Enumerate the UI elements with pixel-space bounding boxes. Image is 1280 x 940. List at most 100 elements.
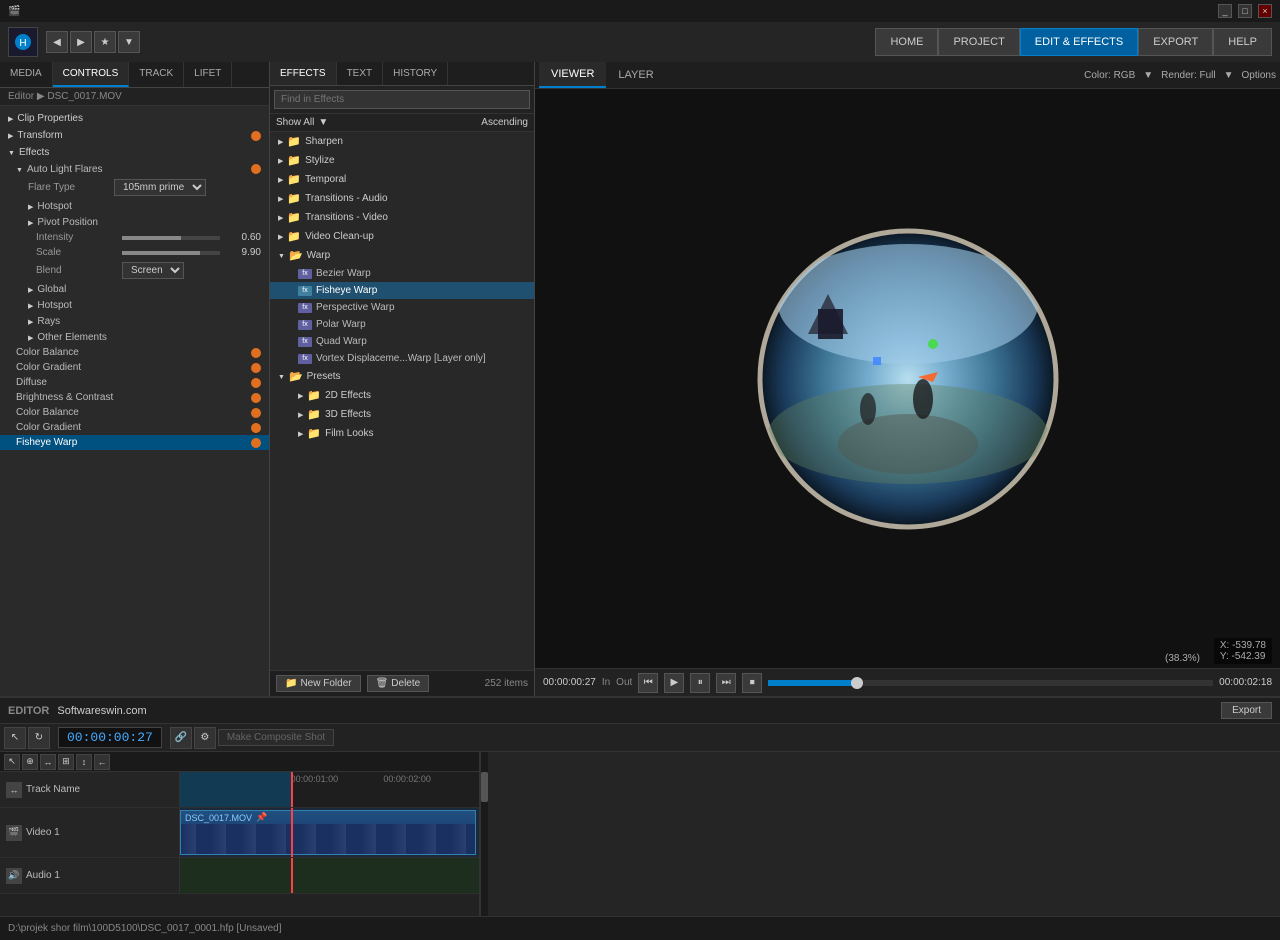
- tool-6[interactable]: ←: [94, 754, 110, 770]
- effects-list[interactable]: 📁 Sharpen 📁 Stylize 📁 Temporal 📁 Transit…: [270, 132, 534, 670]
- bezier-warp-item[interactable]: fx Bezier Warp: [270, 265, 534, 282]
- polar-warp-item[interactable]: fx Polar Warp: [270, 316, 534, 333]
- effects-header[interactable]: Effects: [0, 144, 269, 161]
- fisheye-warp-item[interactable]: Fisheye Warp: [0, 435, 269, 450]
- nav-bookmark[interactable]: ★: [94, 31, 116, 53]
- tool-3[interactable]: ↔: [40, 754, 56, 770]
- effects-search-input[interactable]: [274, 90, 530, 109]
- pivot-position-item[interactable]: Pivot Position: [0, 214, 269, 230]
- video-clip[interactable]: DSC_0017.MOV 📌: [180, 810, 476, 855]
- auto-light-flares-dot: [251, 164, 261, 174]
- transitions-audio-folder-icon: 📁: [287, 192, 301, 205]
- flare-type-dropdown[interactable]: 105mm prime: [114, 179, 206, 196]
- tab-lifet[interactable]: LIFET: [184, 62, 232, 87]
- intensity-slider[interactable]: [122, 236, 220, 240]
- blend-dropdown[interactable]: Screen: [122, 262, 184, 279]
- vortex-warp-item[interactable]: fx Vortex Displaceme...Warp [Layer only]: [270, 350, 534, 367]
- tab-track[interactable]: TRACK: [129, 62, 184, 87]
- editor-label: EDITOR: [8, 705, 49, 717]
- tool-2[interactable]: ⊕: [22, 754, 38, 770]
- nav-forward[interactable]: ▶: [70, 31, 92, 53]
- transform-label: Transform: [17, 130, 62, 141]
- tab-text[interactable]: TEXT: [337, 62, 384, 85]
- tool-5[interactable]: ↕: [76, 754, 92, 770]
- other-elements-item[interactable]: Other Elements: [0, 329, 269, 345]
- color-gradient2-item[interactable]: Color Gradient: [0, 420, 269, 435]
- transport-progress[interactable]: [768, 680, 1213, 686]
- clip-properties-header[interactable]: Clip Properties: [0, 110, 269, 127]
- viewer-transport: 00:00:00:27 In Out ⏮ ▶ ⏸ ⏭ ⏹ 00:00:02:18: [535, 668, 1280, 696]
- minimize-button[interactable]: _: [1218, 4, 1232, 18]
- transport-rewind[interactable]: ⏮: [638, 673, 658, 693]
- transport-pause[interactable]: ⏸: [690, 673, 710, 693]
- 2d-effects-group[interactable]: 📁 2D Effects: [270, 386, 534, 405]
- status-path: D:\projek shor film\100D5100\DSC_0017_00…: [8, 923, 1272, 934]
- nav-home-button[interactable]: HOME: [875, 28, 938, 56]
- make-composite-button[interactable]: Make Composite Shot: [218, 729, 334, 746]
- stylize-group[interactable]: 📁 Stylize: [270, 151, 534, 170]
- tab-viewer[interactable]: VIEWER: [539, 62, 606, 88]
- nav-menu[interactable]: ▼: [118, 31, 140, 53]
- scrollbar-thumb[interactable]: [481, 772, 488, 802]
- 3d-effects-group[interactable]: 📁 3D Effects: [270, 405, 534, 424]
- film-looks-group[interactable]: 📁 Film Looks: [270, 424, 534, 443]
- transitions-audio-group[interactable]: 📁 Transitions - Audio: [270, 189, 534, 208]
- perspective-warp-item[interactable]: fx Perspective Warp: [270, 299, 534, 316]
- diffuse-item[interactable]: Diffuse: [0, 375, 269, 390]
- rays-item[interactable]: Rays: [0, 313, 269, 329]
- tab-controls[interactable]: CONTROLS: [53, 62, 130, 87]
- global-item[interactable]: Global: [0, 281, 269, 297]
- transport-stop[interactable]: ⏹: [742, 673, 762, 693]
- tool-1[interactable]: ↖: [4, 754, 20, 770]
- editor-export-button[interactable]: Export: [1221, 702, 1272, 719]
- hotspot2-item[interactable]: Hotspot: [0, 297, 269, 313]
- brightness-contrast-item[interactable]: Brightness & Contrast: [0, 390, 269, 405]
- tab-media[interactable]: MEDIA: [0, 62, 53, 87]
- transport-forward[interactable]: ⏭: [716, 673, 736, 693]
- tool-4[interactable]: ⊞: [58, 754, 74, 770]
- presets-group[interactable]: 📂 Presets: [270, 367, 534, 386]
- auto-light-flares-item[interactable]: Auto Light Flares: [0, 161, 269, 177]
- bottom-panel: EDITOR Softwareswin.com Export ↖ ↻ 00:00…: [0, 696, 1280, 916]
- nav-project-button[interactable]: PROJECT: [938, 28, 1019, 56]
- clip-properties-chevron: [8, 113, 13, 124]
- scale-slider[interactable]: [122, 251, 220, 255]
- rays-chevron: [28, 315, 33, 327]
- transitions-video-group[interactable]: 📁 Transitions - Video: [270, 208, 534, 227]
- tab-effects[interactable]: EFFECTS: [270, 62, 337, 85]
- quad-warp-item[interactable]: fx Quad Warp: [270, 333, 534, 350]
- maximize-button[interactable]: □: [1238, 4, 1252, 18]
- options-label[interactable]: Options: [1242, 70, 1276, 81]
- new-folder-button[interactable]: 📁 New Folder: [276, 675, 361, 692]
- nav-back[interactable]: ◀: [46, 31, 68, 53]
- nav-export-button[interactable]: EXPORT: [1138, 28, 1213, 56]
- delete-button[interactable]: 🗑 Delete: [367, 675, 430, 692]
- vertical-scrollbar[interactable]: [480, 752, 488, 916]
- tab-history[interactable]: HISTORY: [383, 62, 448, 85]
- hotspot-item[interactable]: Hotspot: [0, 198, 269, 214]
- app-logo: H: [8, 27, 38, 57]
- color-balance-item[interactable]: Color Balance: [0, 345, 269, 360]
- video-cleanup-group[interactable]: 📁 Video Clean-up: [270, 227, 534, 246]
- nav-edit-button[interactable]: EDIT & EFFECTS: [1020, 28, 1138, 56]
- fisheye-warp-effect-item[interactable]: fx Fisheye Warp: [270, 282, 534, 299]
- color-gradient-item[interactable]: Color Gradient: [0, 360, 269, 375]
- temporal-group[interactable]: 📁 Temporal: [270, 170, 534, 189]
- editor-tool-snap[interactable]: 🔗: [170, 727, 192, 749]
- controls-content[interactable]: Clip Properties Transform Effects Auto L…: [0, 106, 269, 696]
- transport-play[interactable]: ▶: [664, 673, 684, 693]
- ascending-button[interactable]: Ascending: [481, 117, 528, 128]
- editor-loop-icon[interactable]: ↻: [28, 727, 50, 749]
- show-all-button[interactable]: Show All ▼: [276, 117, 328, 128]
- editor-tool-extra[interactable]: ⚙: [194, 727, 216, 749]
- video-cleanup-label: Video Clean-up: [305, 231, 374, 242]
- color-balance2-item[interactable]: Color Balance: [0, 405, 269, 420]
- sharpen-group[interactable]: 📁 Sharpen: [270, 132, 534, 151]
- transform-header[interactable]: Transform: [0, 127, 269, 144]
- editor-tool-cursor[interactable]: ↖: [4, 727, 26, 749]
- tab-layer[interactable]: LAYER: [606, 63, 665, 87]
- transport-marker: [851, 677, 863, 689]
- nav-help-button[interactable]: HELP: [1213, 28, 1272, 56]
- warp-group[interactable]: 📂 Warp: [270, 246, 534, 265]
- close-button[interactable]: ×: [1258, 4, 1272, 18]
